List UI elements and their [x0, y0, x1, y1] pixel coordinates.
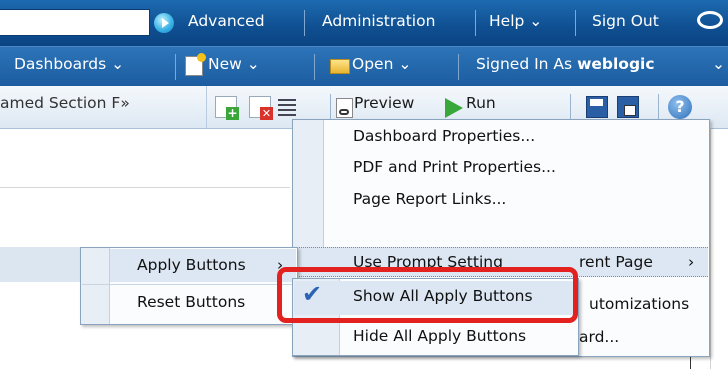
chevron-down-icon[interactable]: ⌄: [712, 55, 725, 73]
run-icon: [445, 98, 463, 118]
new-menu[interactable]: New ⌄: [208, 55, 260, 73]
pdf-print-properties-item[interactable]: PDF and Print Properties...: [353, 158, 556, 176]
page-options-icon[interactable]: [278, 98, 296, 116]
help-label: Help: [489, 12, 525, 30]
separator: [175, 54, 176, 80]
divider: [710, 128, 711, 369]
page-report-links-item[interactable]: Page Report Links...: [353, 190, 506, 208]
save-icon[interactable]: [586, 96, 608, 118]
help-icon[interactable]: ?: [668, 95, 692, 119]
dashboard-item-fragment[interactable]: ard...: [579, 328, 619, 346]
separator: [314, 54, 315, 80]
folder-icon: [330, 59, 350, 74]
chevron-down-icon: ⌄: [111, 55, 125, 73]
current-page-item-fragment[interactable]: rent Page: [579, 253, 653, 271]
signed-in-prefix: Signed In As: [476, 55, 573, 73]
separator: [475, 10, 476, 36]
search-ring-icon[interactable]: [697, 11, 723, 29]
menu-gutter: [81, 248, 110, 324]
chevron-down-icon: ⌄: [398, 55, 412, 73]
preview-button[interactable]: Preview: [354, 94, 414, 112]
separator: [570, 94, 571, 120]
separator: [658, 94, 659, 120]
divider: [82, 284, 296, 285]
dashboards-label: Dashboards: [14, 55, 107, 73]
open-label: Open: [352, 55, 394, 73]
administration-link[interactable]: Administration: [322, 12, 435, 30]
chevron-right-icon: ›: [688, 253, 695, 271]
reset-buttons-item[interactable]: Reset Buttons: [137, 293, 245, 311]
signed-in-label: Signed In As weblogic: [476, 55, 655, 73]
separator: [330, 94, 331, 120]
chevron-down-icon: ⌄: [246, 55, 260, 73]
delete-section-icon[interactable]: ✕: [249, 96, 273, 120]
dashboards-menu[interactable]: Dashboards ⌄: [14, 55, 124, 73]
save-as-icon[interactable]: [617, 96, 639, 118]
menu-bar: Dashboards ⌄ New ⌄ Open ⌄ Signed In As w…: [0, 46, 728, 87]
add-section-icon[interactable]: +: [215, 96, 239, 120]
apply-buttons-item[interactable]: Apply Buttons: [137, 256, 246, 274]
run-button[interactable]: Run: [466, 94, 496, 112]
help-menu[interactable]: Help ⌄: [489, 12, 542, 30]
global-header: Advanced Administration Help ⌄ Sign Out: [0, 0, 728, 46]
user-name: weblogic: [577, 55, 655, 73]
highlight-callout: [277, 267, 578, 323]
open-menu[interactable]: Open ⌄: [352, 55, 411, 73]
dashboard-properties-item[interactable]: Dashboard Properties...: [353, 127, 535, 145]
chevron-down-icon: ⌄: [529, 12, 543, 30]
section-tab-label: amed Section F»: [0, 94, 130, 112]
search-input[interactable]: [0, 9, 150, 36]
customizations-item-fragment[interactable]: utomizations: [589, 295, 689, 313]
search-go-icon[interactable]: [154, 13, 174, 33]
section-tab[interactable]: amed Section F»: [0, 86, 207, 128]
new-label: New: [208, 55, 242, 73]
separator: [458, 54, 459, 80]
divider: [0, 187, 290, 188]
apply-menu: Apply Buttons › Reset Buttons: [80, 247, 298, 325]
hide-all-apply-buttons-item[interactable]: Hide All Apply Buttons: [353, 327, 526, 345]
prompt-section-bar: [0, 247, 80, 282]
advanced-link[interactable]: Advanced: [188, 12, 265, 30]
new-doc-icon: [185, 53, 206, 76]
preview-icon: [336, 98, 353, 118]
separator: [575, 10, 576, 36]
separator: [304, 10, 305, 36]
sign-out-link[interactable]: Sign Out: [592, 12, 659, 30]
